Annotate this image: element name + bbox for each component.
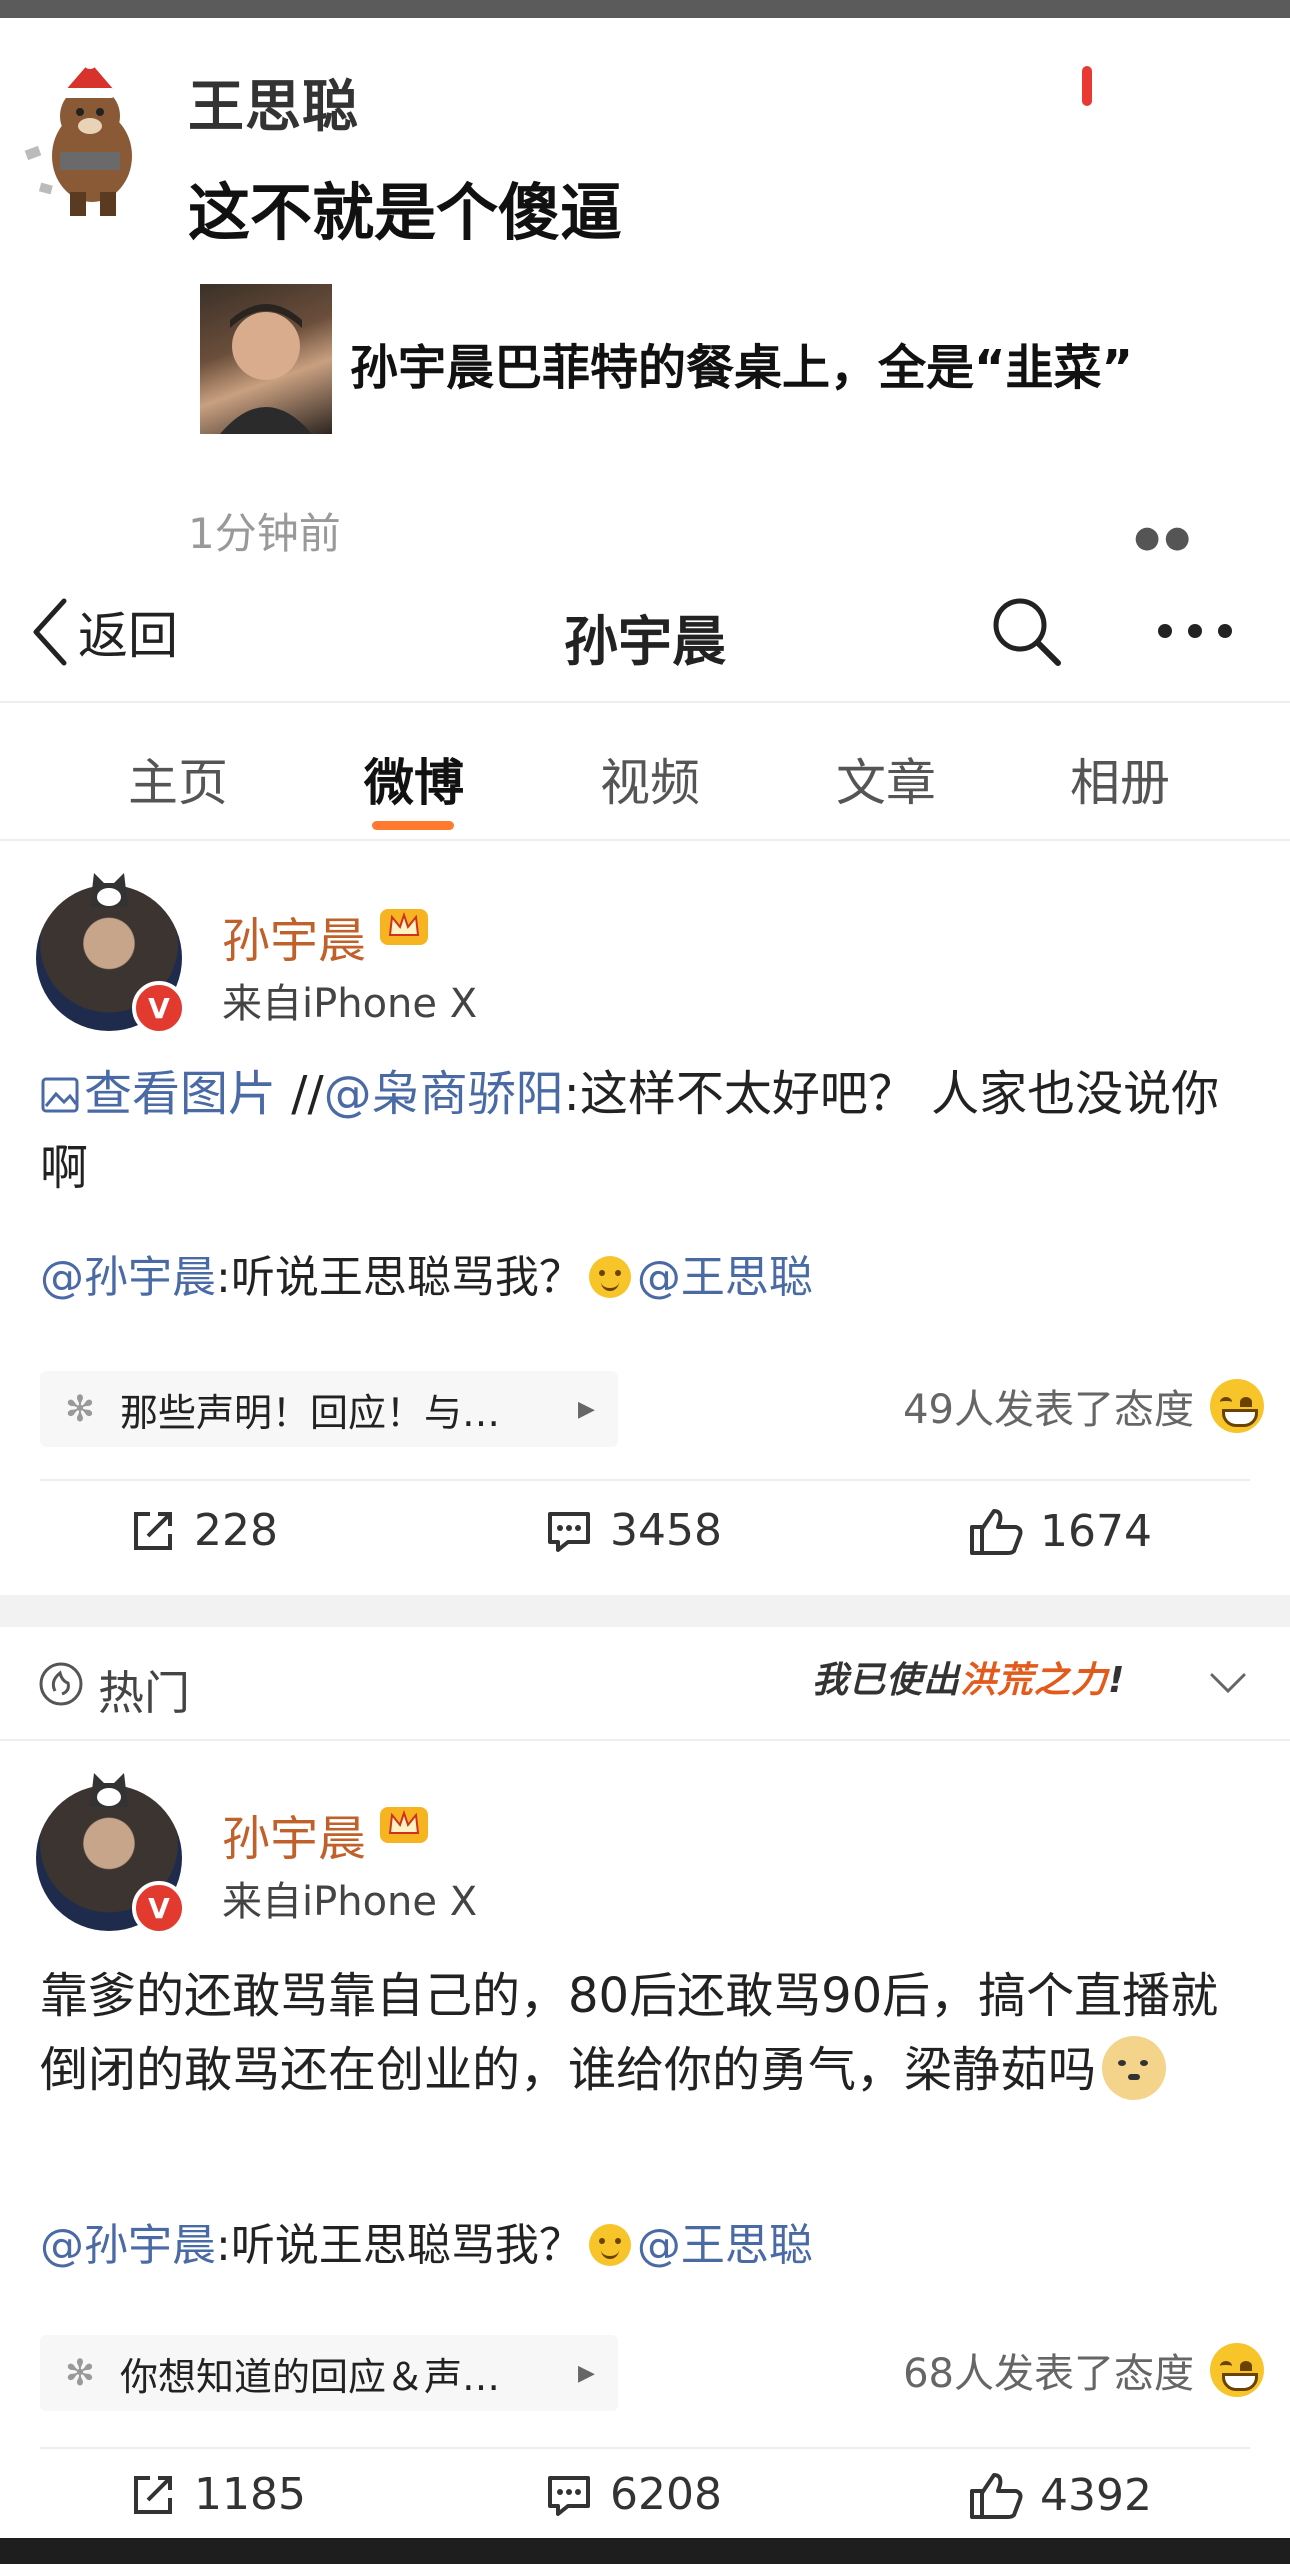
topic-label: 你想知道的回应＆声… — [120, 2354, 501, 2399]
comment-icon — [548, 2475, 590, 2516]
bottom-band — [0, 2538, 1290, 2564]
post-source: 来自iPhone X — [222, 1879, 478, 1925]
repost-button[interactable]: 228 — [128, 1505, 278, 1556]
divider — [40, 1479, 1250, 1481]
author-name[interactable]: 孙宇晨 — [222, 1799, 366, 1869]
play-arrow-icon: ▶ — [578, 1396, 595, 1422]
comment-button[interactable]: 3458 — [544, 1505, 722, 1556]
repost-button[interactable]: 1185 — [128, 2469, 306, 2520]
retweet-text: :听说王思聪骂我？ — [216, 1252, 583, 1303]
share-icon — [134, 1511, 172, 1550]
page-title: 孙宇晨 — [564, 610, 726, 673]
laugh-emoji-icon — [1210, 1379, 1264, 1433]
tab-video[interactable]: 视频 — [570, 743, 730, 815]
article-thumbnail — [200, 284, 332, 434]
mention-link[interactable]: @王思聪 — [637, 1252, 813, 1303]
article-title: 孙宇晨巴菲特的餐桌上，全是“韭菜” — [350, 340, 1134, 396]
divider — [40, 2447, 1250, 2449]
comment-timestamp: 1分钟前 — [188, 509, 341, 558]
play-arrow-icon: ▶ — [578, 2360, 595, 2386]
like-button[interactable]: 1674 — [968, 1505, 1152, 1557]
tab-weibo[interactable]: 微博 — [334, 743, 494, 815]
tab-articles[interactable]: 文章 — [806, 743, 966, 815]
topic-chip[interactable]: ✻ 你想知道的回应＆声… ▶ — [40, 2335, 618, 2411]
share-icon — [134, 2475, 172, 2514]
sticker-text: 我已使出洪荒之力! — [812, 1660, 1126, 1701]
retweet-line: @孙宇晨:听说王思聪骂我？ @王思聪 — [40, 1241, 813, 1305]
hot-filter-bar[interactable]: 热门 我已使出洪荒之力! — [0, 1627, 1290, 1741]
mention-link[interactable]: @枭商骄阳 — [324, 1066, 564, 1122]
post-body: 查看图片 //@枭商骄阳:这样不太好吧？ 人家也没说你啊 — [40, 1057, 1250, 1205]
topic-icon: ✻ — [64, 1388, 96, 1430]
thumbs-up-icon — [970, 2473, 1023, 2519]
attitude-summary[interactable]: 68人发表了态度 — [903, 2341, 1264, 2399]
thumbs-up-icon — [970, 1509, 1023, 1555]
mention-link[interactable]: @孙宇晨 — [40, 2220, 216, 2271]
top-nav-bar: 返回 孙宇晨 — [0, 563, 1290, 703]
husky-pendant-icon — [90, 1773, 128, 1807]
laugh-emoji-icon — [1210, 2343, 1264, 2397]
more-options-icon[interactable] — [1150, 593, 1240, 669]
crown-vip-icon[interactable] — [378, 903, 430, 947]
mention-link[interactable]: @孙宇晨 — [40, 1252, 216, 1303]
comment-more-icon[interactable]: ●● — [1134, 520, 1194, 555]
topic-chip[interactable]: ✻ 那些声明！回应！与… ▶ — [40, 1371, 618, 1447]
author-name[interactable]: 孙宇晨 — [222, 901, 366, 971]
red-indicator — [1082, 66, 1092, 106]
search-icon[interactable] — [988, 593, 1064, 669]
smile-emoji-icon — [588, 1256, 631, 1298]
bear-avatar-icon — [24, 56, 132, 216]
profile-tabs: 主页 微博 视频 文章 相册 — [0, 703, 1290, 841]
tab-album[interactable]: 相册 — [1040, 743, 1200, 815]
retweet-line: @孙宇晨:听说王思聪骂我？ @王思聪 — [40, 2209, 813, 2273]
section-separator — [0, 1595, 1290, 1627]
like-button[interactable]: 4392 — [968, 2469, 1152, 2521]
post-2: V 孙宇晨 来自iPhone X 靠爹的还敢骂靠自己的，80后还敢骂90后，搞个… — [0, 1741, 1290, 2538]
verified-badge-icon: V — [132, 1881, 186, 1935]
smile-emoji-icon — [588, 2224, 631, 2266]
verified-badge-icon: V — [132, 981, 186, 1035]
post-text: 靠爹的还敢骂靠自己的，80后还敢骂90后，搞个直播就倒闭的敢骂还在创业的，谁给你… — [40, 1968, 1219, 2098]
hot-label: 热门 — [98, 1666, 190, 1720]
comment-icon — [548, 1511, 590, 1552]
comment-button[interactable]: 6208 — [544, 2469, 722, 2520]
post-1: V 孙宇晨 来自iPhone X 查看图片 //@枭商骄阳:这样不太好吧？ 人家… — [0, 841, 1290, 1593]
post-source: 来自iPhone X — [222, 981, 478, 1027]
attitude-summary[interactable]: 49人发表了态度 — [903, 1377, 1264, 1435]
crown-vip-icon[interactable] — [378, 1801, 430, 1845]
image-icon — [41, 1077, 79, 1113]
comment-text: 这不就是个傻逼 — [188, 176, 623, 249]
active-tab-indicator — [372, 821, 454, 830]
view-image-link[interactable]: 查看图片 — [40, 1066, 276, 1122]
husky-pendant-icon — [90, 873, 128, 907]
chevron-down-icon[interactable] — [1206, 1661, 1250, 1705]
retweet-text: :听说王思聪骂我？ — [216, 2220, 583, 2271]
mention-link[interactable]: @王思聪 — [637, 2220, 813, 2271]
attitude-count: 68人发表了态度 — [903, 2351, 1194, 2397]
top-band — [0, 0, 1290, 18]
quoted-article-card[interactable]: 孙宇晨巴菲特的餐桌上，全是“韭菜” — [200, 284, 1140, 436]
topic-label: 那些声明！回应！与… — [120, 1390, 501, 1435]
commenter-name[interactable]: 王思聪 — [188, 62, 359, 143]
hot-icon — [39, 1662, 83, 1706]
tab-home[interactable]: 主页 — [98, 743, 258, 815]
attitude-count: 49人发表了态度 — [903, 1387, 1194, 1433]
forward-separator: // — [276, 1066, 324, 1122]
topic-icon: ✻ — [64, 2352, 96, 2394]
post-body: 靠爹的还敢骂靠自己的，80后还敢骂90后，搞个直播就倒闭的敢骂还在创业的，谁给你… — [40, 1959, 1250, 2107]
doge-emoji-icon — [1102, 2036, 1167, 2100]
